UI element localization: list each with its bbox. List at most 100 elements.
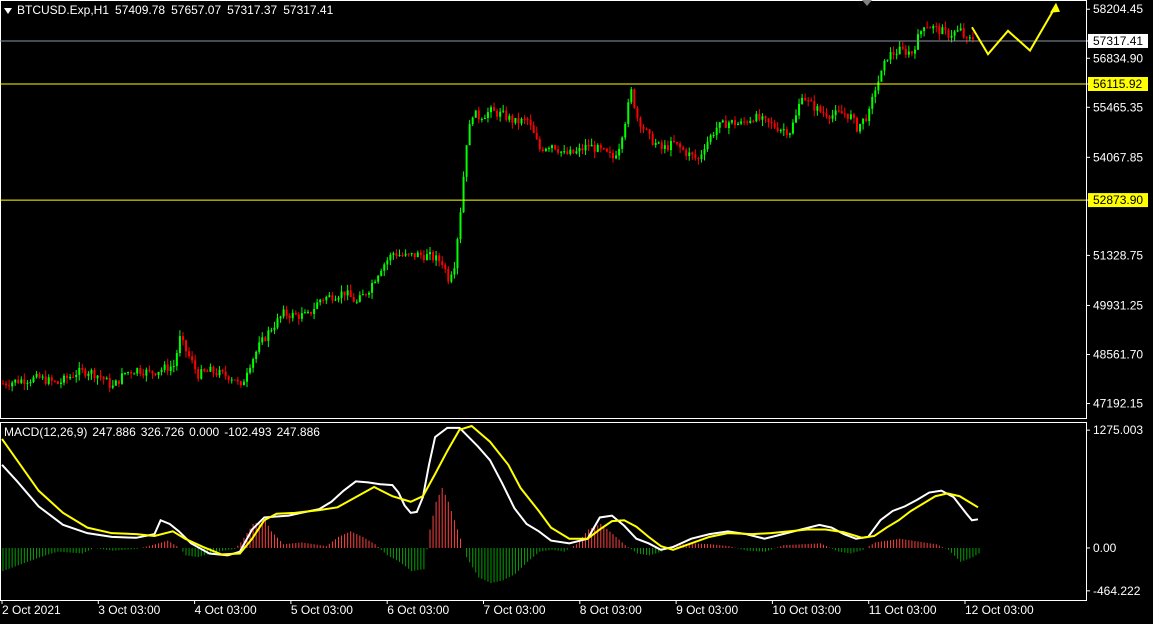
candle-body xyxy=(291,312,294,319)
candle-body xyxy=(471,117,474,125)
candle-body xyxy=(483,117,486,119)
candle-body xyxy=(633,89,636,108)
candle-body xyxy=(441,261,444,265)
candle-body xyxy=(130,372,133,374)
candle-body xyxy=(270,330,273,332)
candle-body xyxy=(41,376,44,378)
candle-body xyxy=(294,312,297,315)
candle-body xyxy=(380,270,383,276)
candle-body xyxy=(75,374,78,378)
candle-body xyxy=(352,296,355,303)
candle-body xyxy=(239,381,242,386)
candle-body xyxy=(404,253,407,256)
candle-body xyxy=(743,121,746,123)
low-value: 57317.37 xyxy=(227,3,278,17)
candle-body xyxy=(831,115,834,119)
candle-body xyxy=(334,299,337,301)
candle-body xyxy=(221,369,224,372)
candle-body xyxy=(764,116,767,119)
candle-body xyxy=(874,90,877,97)
candle-body xyxy=(496,110,499,117)
candle-body xyxy=(383,264,386,271)
candle-body xyxy=(923,27,926,32)
candle-body xyxy=(56,381,59,385)
macd-value-3: 0.000 xyxy=(189,425,220,439)
candle-body xyxy=(526,118,529,120)
candle-body xyxy=(752,120,755,122)
candle-body xyxy=(361,294,364,296)
candle-body xyxy=(78,368,81,375)
price-axis-label: 47192.15 xyxy=(1093,397,1143,411)
candle-body xyxy=(840,111,843,114)
candle-body xyxy=(660,142,663,149)
candle-body xyxy=(288,315,291,319)
candle-body xyxy=(868,108,871,122)
candle-body xyxy=(273,327,276,331)
chart-shift-marker-icon[interactable] xyxy=(862,0,872,6)
forecast-zigzag-arrow[interactable] xyxy=(971,5,1057,56)
candle-body xyxy=(584,144,587,151)
candle-body xyxy=(99,375,102,377)
candle-body xyxy=(410,253,413,255)
candle-body xyxy=(322,299,325,301)
candle-body xyxy=(651,133,654,145)
candle-body xyxy=(730,120,733,123)
candle-body xyxy=(712,135,715,137)
candle-body xyxy=(300,313,303,319)
candle-body xyxy=(554,145,557,150)
candle-body xyxy=(676,142,679,144)
candle-body xyxy=(785,129,788,135)
candle-body xyxy=(17,379,20,384)
chart-canvas[interactable]: 58204.45 57317.41 56834.90 56115.92 55465.35… xyxy=(0,0,1153,619)
arrow-head-icon xyxy=(1050,2,1060,13)
price-axis-label: 48561.70 xyxy=(1093,347,1143,361)
candle-body xyxy=(59,382,62,385)
candle-body xyxy=(72,376,75,378)
candle-body xyxy=(395,253,398,257)
candle-body xyxy=(84,369,87,376)
candle-body xyxy=(349,290,352,297)
candle-body xyxy=(877,81,880,91)
candle-body xyxy=(279,316,282,319)
candle-body xyxy=(450,274,453,282)
candle-body xyxy=(407,253,410,255)
trading-chart-window[interactable]: 58204.45 57317.41 56834.90 56115.92 55465.35… xyxy=(0,0,1153,619)
candle-body xyxy=(422,255,425,261)
candle-body xyxy=(551,145,553,149)
price-axis-label: 58204.45 xyxy=(1093,2,1143,16)
candle-body xyxy=(154,373,157,375)
candle-body xyxy=(639,117,642,127)
candle-body xyxy=(93,370,96,379)
candle-body xyxy=(419,252,422,256)
candle-body xyxy=(880,70,883,82)
candle-body xyxy=(425,254,428,261)
candle-body xyxy=(328,295,331,297)
candle-body xyxy=(770,121,773,124)
candle-body xyxy=(151,370,154,374)
candle-body xyxy=(755,113,758,122)
candle-body xyxy=(810,100,813,102)
candle-body xyxy=(267,330,270,341)
candle-body xyxy=(590,144,593,147)
candle-body xyxy=(11,382,14,387)
candle-body xyxy=(398,255,401,257)
candle-body xyxy=(20,379,23,384)
candle-body xyxy=(520,118,523,124)
candle-body xyxy=(502,110,505,112)
candle-body xyxy=(862,118,865,124)
candle-body xyxy=(35,373,38,378)
candle-body xyxy=(727,122,730,129)
candle-body xyxy=(102,376,105,380)
candle-body xyxy=(627,102,630,124)
candle-body xyxy=(688,152,691,156)
candle-body xyxy=(575,151,578,154)
candle-body xyxy=(389,254,392,261)
candle-body xyxy=(145,369,148,376)
candle-body xyxy=(462,176,465,213)
candle-body xyxy=(120,373,123,384)
candle-body xyxy=(23,379,26,384)
candle-body xyxy=(368,292,370,295)
dropdown-triangle-icon[interactable] xyxy=(4,7,12,14)
candle-body xyxy=(813,101,816,111)
candle-body xyxy=(456,239,459,269)
